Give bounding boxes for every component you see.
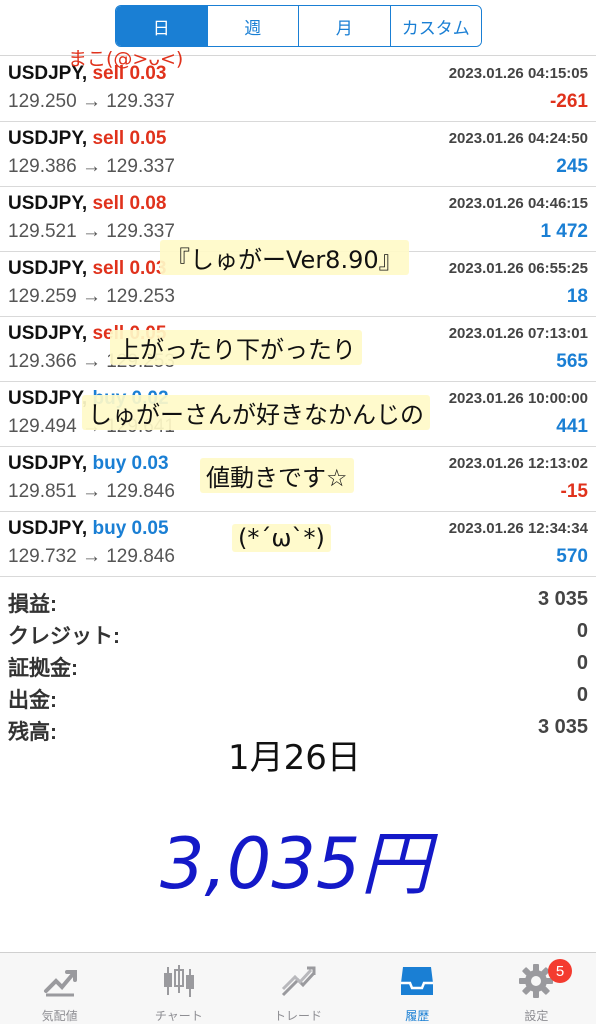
trade-time: 2023.01.26 07:13:01 bbox=[448, 325, 588, 342]
trade-symbol: USDJPY, bbox=[8, 518, 88, 539]
trade-profit: 441 bbox=[556, 416, 588, 437]
trade-header: USDJPY, buy 0.03 bbox=[8, 453, 169, 475]
bottom-tab-bar: 気配値 チャート トレード 履歴 5 設定 bbox=[0, 952, 596, 1024]
handwritten-comment-line: 値動きです☆ bbox=[200, 458, 354, 493]
trade-side: buy 0.05 bbox=[92, 518, 169, 539]
handwritten-total: 3,035円 bbox=[160, 823, 431, 905]
trade-prices: 129.259 → 129.253 bbox=[8, 286, 175, 307]
handwritten-comment-line: 上がったり下がったり bbox=[110, 330, 362, 365]
candlestick-chart-icon bbox=[157, 961, 201, 1001]
tab-label: 設定 bbox=[524, 1009, 549, 1023]
trade-history-list: USDJPY, sell 0.03 2023.01.26 04:15:05 12… bbox=[0, 57, 596, 577]
summary-row-margin: 証拠金: 0 bbox=[0, 650, 596, 682]
handwritten-comment-line: しゅがーさんが好きなかんじの bbox=[82, 395, 430, 430]
trade-prices: 129.386 → 129.337 bbox=[8, 156, 175, 177]
trade-profit: 565 bbox=[556, 351, 588, 372]
summary-value: 0 bbox=[576, 620, 588, 642]
tab-label: トレード bbox=[274, 1009, 323, 1023]
trade-time: 2023.01.26 12:13:02 bbox=[448, 455, 588, 472]
summary-label: 出金: bbox=[8, 689, 57, 712]
trade-time: 2023.01.26 06:55:25 bbox=[448, 260, 588, 277]
summary-value: 3 035 bbox=[537, 716, 588, 738]
segment-week[interactable]: 週 bbox=[206, 6, 298, 46]
tab-history[interactable]: 履歴 bbox=[358, 953, 477, 1024]
summary-row-withdrawal: 出金: 0 bbox=[0, 682, 596, 714]
tab-label: 履歴 bbox=[405, 1009, 430, 1023]
summary-row-profit: 損益: 3 035 bbox=[0, 586, 596, 618]
history-inbox-icon bbox=[395, 961, 439, 1001]
handwritten-date: 1月26日 bbox=[228, 738, 361, 778]
notification-badge: 5 bbox=[548, 959, 573, 983]
trade-symbol: USDJPY, bbox=[8, 388, 88, 409]
segment-day[interactable]: 日 bbox=[116, 6, 207, 46]
trade-profit: 1 472 bbox=[540, 221, 588, 242]
tab-chart[interactable]: チャート bbox=[119, 953, 238, 1024]
segment-month[interactable]: 月 bbox=[298, 6, 390, 46]
trade-profit: -261 bbox=[549, 91, 588, 112]
summary-label: 残高: bbox=[8, 721, 57, 744]
summary-label: 証拠金: bbox=[8, 657, 78, 680]
account-summary: 損益: 3 035 クレジット: 0 証拠金: 0 出金: 0 残高: 3 03… bbox=[0, 586, 596, 746]
summary-row-credit: クレジット: 0 bbox=[0, 618, 596, 650]
trade-symbol: USDJPY, bbox=[8, 323, 88, 344]
trade-time: 2023.01.26 04:15:05 bbox=[448, 65, 588, 82]
trade-side: sell 0.08 bbox=[92, 193, 167, 214]
trade-trend-icon bbox=[276, 961, 320, 1001]
tab-trade[interactable]: トレード bbox=[238, 953, 357, 1024]
handwritten-title: 『しゅがーVer8.90』 bbox=[160, 240, 409, 275]
tab-label: 気配値 bbox=[41, 1009, 78, 1023]
quotes-icon bbox=[38, 961, 82, 1001]
trade-profit: -15 bbox=[560, 481, 588, 502]
trade-header: USDJPY, sell 0.05 bbox=[8, 128, 166, 150]
trade-prices: 129.851 → 129.846 bbox=[8, 481, 175, 502]
trade-time: 2023.01.26 10:00:00 bbox=[448, 390, 588, 407]
trade-prices: 129.250 → 129.337 bbox=[8, 91, 175, 112]
segment-custom[interactable]: カスタム bbox=[389, 6, 481, 46]
tab-label: チャート bbox=[154, 1009, 203, 1023]
trade-time: 2023.01.26 04:46:15 bbox=[448, 195, 588, 212]
trade-symbol: USDJPY, bbox=[8, 453, 88, 474]
trade-profit: 245 bbox=[556, 156, 588, 177]
trade-side: sell 0.03 bbox=[92, 258, 167, 279]
trade-header: USDJPY, buy 0.05 bbox=[8, 518, 169, 540]
summary-label: 損益: bbox=[8, 593, 57, 616]
trade-prices: 129.521 → 129.337 bbox=[8, 221, 175, 242]
trade-header: USDJPY, sell 0.08 bbox=[8, 193, 166, 215]
handwritten-signature: まこ(@>ᴗ<) bbox=[68, 48, 184, 70]
trade-time: 2023.01.26 04:24:50 bbox=[448, 130, 588, 147]
trade-symbol: USDJPY, bbox=[8, 193, 88, 214]
trade-time: 2023.01.26 12:34:34 bbox=[448, 520, 588, 537]
trade-side: sell 0.05 bbox=[92, 128, 167, 149]
trade-header: USDJPY, sell 0.03 bbox=[8, 258, 166, 280]
handwritten-emoticon: (*´ω`*) bbox=[232, 524, 331, 552]
summary-value: 0 bbox=[576, 684, 588, 706]
trade-symbol: USDJPY, bbox=[8, 258, 88, 279]
summary-value: 0 bbox=[576, 652, 588, 674]
trade-profit: 18 bbox=[566, 286, 588, 307]
trade-prices: 129.732 → 129.846 bbox=[8, 546, 175, 567]
summary-label: クレジット: bbox=[8, 625, 120, 648]
tab-settings[interactable]: 5 設定 bbox=[477, 953, 596, 1024]
trade-side: buy 0.03 bbox=[92, 453, 169, 474]
trade-row[interactable]: USDJPY, sell 0.05 2023.01.26 04:24:50 12… bbox=[0, 122, 596, 187]
period-segmented-control: 日 週 月 カスタム bbox=[115, 5, 482, 47]
trade-profit: 570 bbox=[556, 546, 588, 567]
summary-value: 3 035 bbox=[537, 588, 588, 610]
tab-quotes[interactable]: 気配値 bbox=[0, 953, 119, 1024]
trade-symbol: USDJPY, bbox=[8, 128, 88, 149]
